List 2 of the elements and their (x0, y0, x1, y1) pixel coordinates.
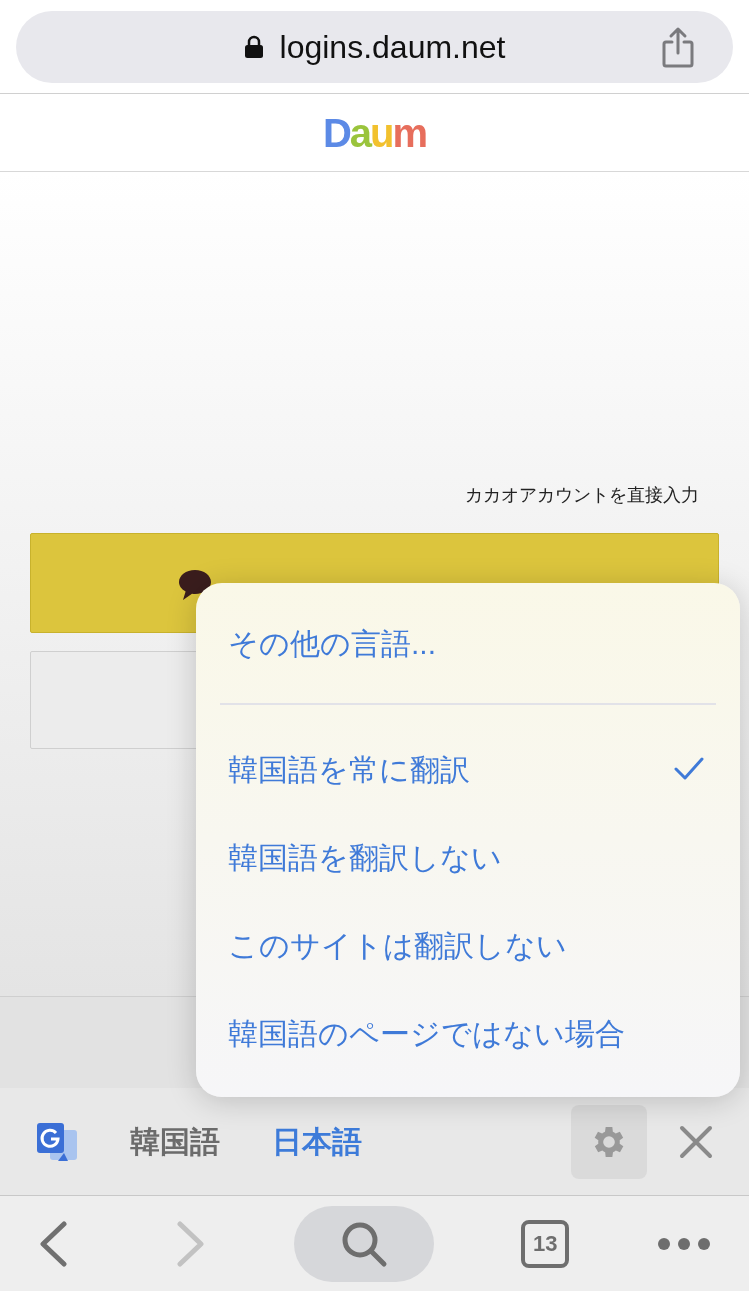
url-text: logins.daum.net (279, 27, 506, 67)
logo: Daum (322, 112, 427, 153)
